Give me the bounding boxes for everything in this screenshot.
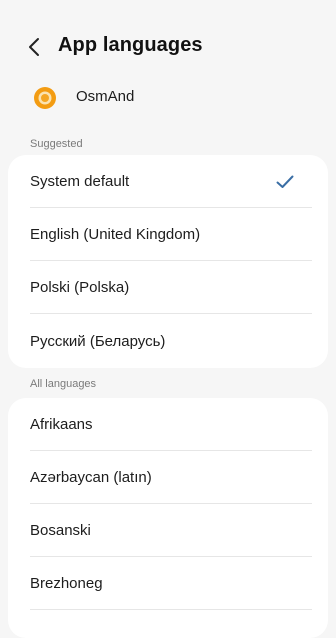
section-label-all-languages: All languages	[30, 378, 97, 390]
language-item-azerbaijani[interactable]: Azərbaycan (latın)	[8, 451, 328, 504]
language-item-english-uk[interactable]: English (United Kingdom)	[8, 208, 328, 261]
chevron-left-icon	[29, 38, 39, 56]
app-name: OsmAnd	[76, 88, 135, 105]
language-item-russian-belarus[interactable]: Русский (Беларусь)	[8, 314, 328, 368]
divider	[30, 609, 312, 610]
language-item-polski[interactable]: Polski (Polska)	[8, 261, 328, 314]
top-app-bar: App languages	[0, 0, 336, 80]
language-item-bosanski[interactable]: Bosanski	[8, 504, 328, 557]
language-label: Bosanski	[30, 522, 91, 539]
section-label-suggested: Suggested	[30, 138, 83, 150]
language-label: Azərbaycan (latın)	[30, 469, 152, 486]
back-button[interactable]	[22, 33, 46, 61]
language-label: English (United Kingdom)	[30, 226, 201, 243]
language-item-system-default[interactable]: System default	[8, 155, 328, 208]
page-title: App languages	[58, 34, 203, 56]
osmand-app-icon	[33, 86, 57, 110]
language-label: Русский (Беларусь)	[30, 332, 166, 350]
language-label: Polski (Polska)	[30, 279, 130, 296]
checkmark-icon	[276, 175, 294, 188]
language-item-afrikaans[interactable]: Afrikaans	[8, 398, 328, 451]
all-languages-card: Afrikaans Azərbaycan (latın) Bosanski Br…	[8, 398, 328, 638]
language-label: Brezhoneg	[30, 575, 103, 592]
language-label: System default	[30, 173, 130, 190]
language-label: Afrikaans	[30, 416, 93, 433]
suggested-languages-card: System default English (United Kingdom) …	[8, 155, 328, 368]
language-item-brezhoneg[interactable]: Brezhoneg	[8, 557, 328, 610]
